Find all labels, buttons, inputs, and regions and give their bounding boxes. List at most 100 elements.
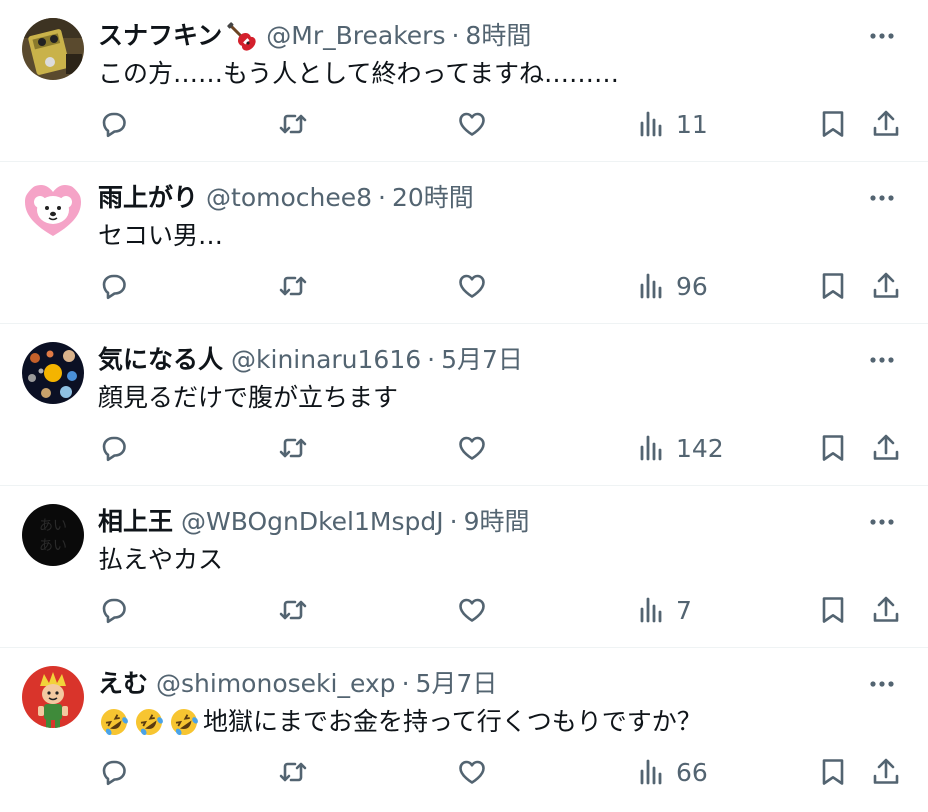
avatar-text-top: あい [39, 518, 67, 534]
share-icon [873, 758, 899, 784]
tweet-1[interactable]: スナフキン @Mr_Breakers · 8時間 この方……もう人として終わって… [0, 0, 928, 162]
tweet-text-content: 地獄にまでお金を持って行くつもりですか？ [203, 707, 702, 736]
user-handle[interactable]: @kininaru1616 [231, 342, 421, 378]
reply-icon [102, 760, 126, 786]
avatar[interactable] [22, 180, 84, 242]
avatar-text-bottom: あい [39, 538, 67, 554]
tweet-4[interactable]: あい あい 相上王 @WBOgnDkel1MspdJ · 9時間 払えやカス 7 [0, 486, 928, 648]
tweet-text-content: 顔見るだけで腹が立ちます [98, 383, 399, 412]
views-button[interactable]: 66 [636, 752, 708, 792]
heart-icon [459, 112, 485, 136]
action-bar: 7 [0, 590, 928, 630]
display-name[interactable]: えむ [98, 666, 148, 702]
planets-avatar-icon [22, 342, 84, 404]
tweet-text-content: セコい男… [98, 221, 224, 250]
black-text-avatar-icon: あい あい [22, 504, 84, 566]
tweet-text-content: この方……もう人として終わってますね……… [98, 59, 620, 88]
display-name[interactable]: 気になる人 [98, 342, 223, 378]
tweet-header: スナフキン @Mr_Breakers · 8時間 [98, 18, 531, 54]
display-name[interactable]: スナフキン [98, 18, 222, 54]
bookmark-icon [822, 273, 844, 299]
like-button[interactable] [456, 266, 488, 306]
retweet-button[interactable] [277, 104, 309, 144]
like-button[interactable] [456, 104, 488, 144]
views-button[interactable]: 11 [636, 104, 708, 144]
user-handle[interactable]: @shimonoseki_exp [156, 666, 396, 702]
retweet-button[interactable] [277, 590, 309, 630]
more-options-icon[interactable] [864, 18, 900, 54]
separator-dot: · [401, 669, 410, 698]
timestamp[interactable]: 20時間 [392, 180, 474, 216]
avatar[interactable] [22, 18, 84, 80]
reply-button[interactable] [98, 428, 130, 468]
bookmark-button[interactable] [817, 266, 849, 306]
separator-dot: · [378, 183, 386, 212]
more-options-icon[interactable] [864, 180, 900, 216]
share-icon [873, 596, 899, 622]
tweet-header: 雨上がり @tomochee8 · 20時間 [98, 180, 474, 216]
views-button[interactable]: 96 [636, 266, 708, 306]
timestamp[interactable]: 8時間 [465, 18, 531, 54]
timestamp[interactable]: 9時間 [464, 504, 530, 540]
rolling-on-floor-laughing-icon [133, 706, 165, 738]
timestamp[interactable]: 5月7日 [416, 666, 498, 702]
reply-button[interactable] [98, 266, 130, 306]
tweet-text: 顔見るだけで腹が立ちます [98, 380, 398, 416]
separator-dot: · [451, 21, 460, 50]
reply-button[interactable] [98, 752, 130, 792]
separator-dot: · [427, 345, 436, 374]
avatar[interactable] [22, 342, 84, 404]
bookmark-button[interactable] [817, 428, 849, 468]
more-options-icon[interactable] [864, 342, 900, 378]
action-bar: 142 [0, 428, 928, 468]
guitar-pedal-avatar-icon [22, 18, 84, 80]
display-name[interactable]: 相上王 [98, 504, 173, 540]
bookmark-button[interactable] [817, 752, 849, 792]
like-button[interactable] [456, 590, 488, 630]
reply-icon [102, 436, 126, 462]
retweet-icon [279, 276, 307, 296]
user-handle[interactable]: @tomochee8 [206, 180, 372, 216]
action-bar: 11 [0, 104, 928, 144]
like-button[interactable] [456, 752, 488, 792]
timestamp[interactable]: 5月7日 [441, 342, 523, 378]
retweet-button[interactable] [277, 752, 309, 792]
retweet-icon [279, 114, 307, 134]
reply-button[interactable] [98, 104, 130, 144]
more-options-icon[interactable] [864, 504, 900, 540]
more-options-icon[interactable] [864, 666, 900, 702]
views-bar-chart-icon [640, 273, 662, 299]
tweet-header: 相上王 @WBOgnDkel1MspdJ · 9時間 [98, 504, 529, 540]
retweet-button[interactable] [277, 266, 309, 306]
share-button[interactable] [870, 104, 902, 144]
display-name[interactable]: 雨上がり [98, 180, 198, 216]
reply-button[interactable] [98, 590, 130, 630]
tweet-header: 気になる人 @kininaru1616 · 5月7日 [98, 342, 523, 378]
share-button[interactable] [870, 752, 902, 792]
retweet-button[interactable] [277, 428, 309, 468]
bookmark-button[interactable] [817, 104, 849, 144]
share-button[interactable] [870, 590, 902, 630]
share-button[interactable] [870, 266, 902, 306]
avatar[interactable] [22, 666, 84, 728]
share-button[interactable] [870, 428, 902, 468]
reply-feed: スナフキン @Mr_Breakers · 8時間 この方……もう人として終わって… [0, 0, 928, 810]
bookmark-button[interactable] [817, 590, 849, 630]
views-bar-chart-icon [640, 759, 662, 785]
views-button[interactable]: 7 [636, 590, 692, 630]
views-button[interactable]: 142 [636, 428, 724, 468]
tweet-text-content: 払えやカス [98, 545, 224, 574]
avatar[interactable]: あい あい [22, 504, 84, 566]
user-handle[interactable]: @WBOgnDkel1MspdJ [181, 504, 444, 540]
dog-heart-avatar-icon [22, 180, 84, 242]
tweet-3[interactable]: 気になる人 @kininaru1616 · 5月7日 顔見るだけで腹が立ちます … [0, 324, 928, 486]
user-handle[interactable]: @Mr_Breakers [266, 18, 445, 54]
reply-icon [102, 112, 126, 138]
views-bar-chart-icon [640, 111, 662, 137]
tweet-5[interactable]: えむ @shimonoseki_exp · 5月7日 地獄にまでお金を持って行く… [0, 648, 928, 810]
like-button[interactable] [456, 428, 488, 468]
views-count: 142 [676, 433, 724, 463]
retweet-icon [279, 762, 307, 782]
tweet-2[interactable]: 雨上がり @tomochee8 · 20時間 セコい男… 96 [0, 162, 928, 324]
rolling-on-floor-laughing-icon [98, 706, 130, 738]
